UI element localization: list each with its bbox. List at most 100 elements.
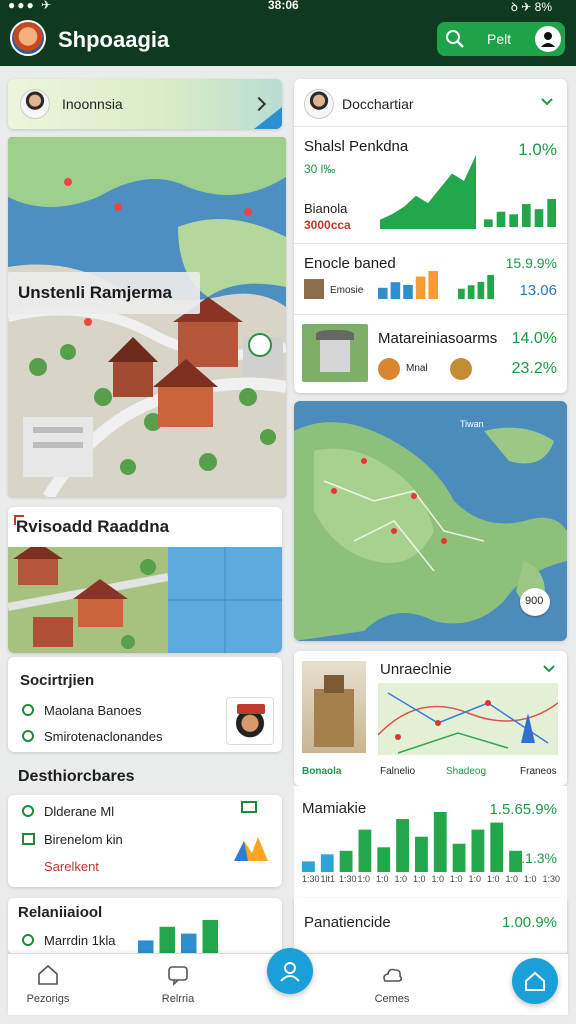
chart-bar: [403, 285, 413, 299]
location-icon: [22, 934, 34, 946]
kpi-value: 13.06: [519, 282, 557, 299]
performance-value: 1.00.9%: [501, 914, 557, 931]
location-icon: [22, 704, 34, 716]
destination-item[interactable]: Birenelom kin: [44, 832, 123, 847]
kpi-area-chart: [380, 155, 476, 229]
chart-bar: [490, 822, 504, 872]
app-logo: [10, 20, 46, 56]
chart-bar: [509, 850, 522, 872]
chart-bar: [509, 214, 518, 227]
nav-item-cloud[interactable]: Cemes: [352, 954, 432, 1016]
heritage-card[interactable]: Rvisoadd Raaddna: [8, 507, 282, 653]
axis-tick-label: 1:0: [431, 874, 445, 884]
chart-bar: [534, 209, 544, 227]
city-map[interactable]: [8, 137, 286, 497]
route-tab[interactable]: Franeos: [520, 766, 557, 777]
search-icon: [446, 30, 464, 48]
home-alt-fab[interactable]: [512, 958, 558, 1004]
chart-bar: [320, 854, 334, 872]
badge-icon: [450, 358, 472, 380]
nav-item-home[interactable]: Pezorigs: [8, 954, 88, 1016]
social-item[interactable]: Smirotenaclonandes: [44, 729, 163, 744]
relations-card[interactable]: Relaniiaiool Marrdin 1kla: [8, 898, 282, 954]
corner-accent: [254, 107, 282, 129]
chart-bar: [496, 211, 506, 227]
route-tab[interactable]: Falnelio: [380, 766, 415, 777]
kpi-subtitle: Bianola: [304, 201, 348, 216]
kpi-bar-chart: [378, 271, 438, 299]
chart-bar: [415, 836, 428, 872]
relation-item[interactable]: Marrdin 1kla: [44, 933, 116, 948]
divider: [294, 314, 567, 315]
kpi-subtitle: Emosie: [330, 285, 364, 296]
kpi-subtitle: 30 l‰: [304, 162, 336, 176]
avatar: [20, 89, 50, 119]
chart-bar: [458, 288, 465, 299]
chart-bar: [390, 282, 401, 299]
chart-bar: [378, 287, 388, 299]
destination-item[interactable]: Sarelkent: [44, 859, 99, 874]
kpi-subtitle: 3000cca: [304, 218, 351, 232]
relations-bar-chart: [138, 920, 218, 954]
chart-bar: [302, 861, 315, 872]
axis-tick-label: 1:30: [302, 874, 320, 884]
destinations-heading: Desthiorcbares: [18, 768, 135, 785]
nav-item-chat[interactable]: Relrria: [138, 954, 218, 1016]
destinations-card[interactable]: Dlderane Ml Birenelom kin Sarelkent: [8, 795, 282, 887]
location-icon: [22, 805, 34, 817]
map-badge[interactable]: 900: [520, 588, 550, 616]
signal-icons: ●●● ✈: [8, 0, 54, 12]
profile-button[interactable]: [535, 26, 561, 52]
route-tab[interactable]: Bonaola: [302, 766, 341, 777]
profile-fab[interactable]: [267, 948, 313, 994]
nav-label: Relrria: [161, 993, 195, 1005]
stats-axis: 1:30 1lt1 1:30 1:0 1:0 1:0 1:0 1:0 1:0 1:0 1:0 1:0 1…: [302, 874, 562, 888]
battery-indicator: ꝺ ✈ 8%: [510, 0, 552, 14]
axis-tick-label: 1:30: [339, 874, 357, 884]
social-title: Socirtrjien: [20, 672, 95, 689]
chart-bar: [138, 940, 154, 954]
home-alt-icon: [525, 971, 545, 991]
app-title: Shpoaagia: [58, 27, 170, 52]
landmark-thumbnail: [302, 324, 368, 382]
social-card[interactable]: Socirtrjien Maolana Banoes Smirotenaclon…: [8, 657, 282, 752]
region-map[interactable]: 900 Tiwan: [294, 401, 567, 641]
chart-bar: [202, 920, 218, 954]
map-badge-label: 900: [525, 595, 544, 607]
map-overlay-label: Unstenli Ramjerma: [8, 272, 200, 314]
heritage-title: Rvisoadd Raaddna: [13, 515, 170, 536]
status-bar: ●●● ✈ 38:06 ꝺ ✈ 8%: [0, 0, 576, 14]
status-time: 38:06: [268, 0, 299, 12]
axis-tick-label: 1:0: [376, 874, 389, 884]
social-item[interactable]: Maolana Banoes: [44, 703, 142, 718]
chevron-down-icon[interactable]: [542, 664, 556, 674]
avatar: [304, 89, 334, 119]
axis-tick-label: 1:30: [542, 874, 561, 884]
chart-bar: [477, 281, 485, 299]
chart-bar: [433, 812, 447, 872]
axis-tick-label: 1:0: [357, 874, 371, 884]
region-title: Inoonnsia: [62, 96, 123, 112]
map-label: Tiwan: [460, 419, 484, 429]
destination-item[interactable]: Dlderane Ml: [44, 804, 114, 819]
region-card[interactable]: Inoonnsia: [8, 79, 282, 129]
mountain-icon: [234, 837, 268, 861]
performance-title: Panatiencide: [304, 914, 391, 931]
search-button[interactable]: Pelt: [437, 22, 565, 56]
axis-tick-label: 1:0: [394, 874, 408, 884]
kpi-subtitle: Mnal: [406, 363, 428, 374]
axis-tick-label: 1:0: [524, 874, 537, 884]
chevron-down-icon[interactable]: [540, 97, 554, 107]
route-title: Unraeclnie: [380, 661, 452, 678]
route-card[interactable]: Unraeclnie Bonaola Falnelio Shadeog Fran…: [294, 651, 567, 786]
chart-bar: [471, 829, 485, 872]
axis-tick-label: 1:0: [468, 874, 482, 884]
route-tab[interactable]: Shadeog: [446, 766, 486, 777]
search-label: Pelt: [487, 31, 512, 47]
chart-bar: [358, 829, 372, 872]
house-icon: [304, 279, 324, 299]
list-icon: [22, 833, 35, 845]
kpi-header-title: Docchartiar: [342, 96, 414, 112]
cloud-icon: [383, 968, 403, 982]
nav-label: Cemes: [374, 993, 410, 1005]
